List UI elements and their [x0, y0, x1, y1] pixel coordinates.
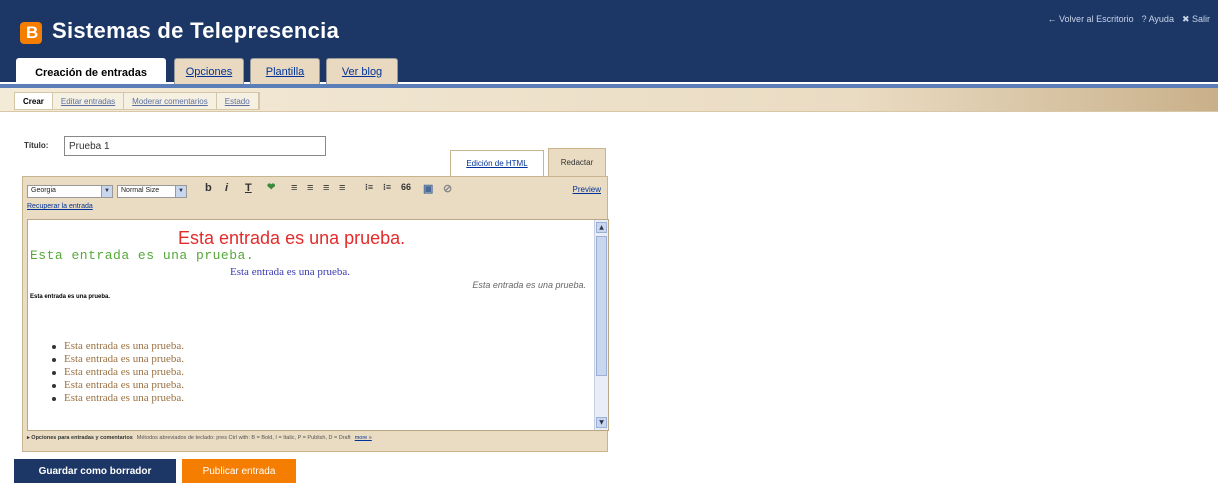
publish-post-button[interactable]: Publicar entrada [182, 459, 296, 483]
content-line-small-bold: Esta entrada es una prueba. [30, 294, 111, 300]
blogger-logo-icon[interactable]: B [20, 22, 42, 44]
tab-settings[interactable]: Opciones [174, 58, 244, 84]
editor-footer: ▸ Opciones para entradas y comentarios M… [27, 435, 607, 441]
list-item: Esta entrada es una prueba. [52, 392, 184, 405]
tab-template[interactable]: Plantilla [250, 58, 320, 84]
add-image-icon[interactable]: ▣ [423, 182, 433, 195]
subtab-create[interactable]: Crear [15, 93, 53, 109]
help-link[interactable]: ? Ayuda [1142, 14, 1174, 25]
content-line-mono-green: Esta entrada es una prueba. [30, 248, 255, 263]
more-shortcuts-link[interactable]: more » [355, 435, 372, 441]
bold-button[interactable]: b [205, 182, 212, 194]
list-item: Esta entrada es una prueba. [52, 353, 184, 366]
link-icon[interactable]: ❤ [267, 182, 275, 193]
post-title-input[interactable] [64, 136, 326, 156]
align-center-icon[interactable]: ≡ [307, 182, 313, 194]
list-item: Esta entrada es una prueba. [52, 379, 184, 392]
post-options-toggle[interactable]: ▸ Opciones para entradas y comentarios [27, 435, 133, 441]
blog-title: Sistemas de Telepresencia [52, 18, 340, 43]
numbered-list-icon[interactable]: ⁝≡ [365, 182, 373, 193]
title-label: Título: [24, 141, 49, 150]
back-to-dashboard-link[interactable]: ← Volver al Escritorio [1048, 14, 1134, 25]
content-bullet-list: Esta entrada es una prueba. Esta entrada… [52, 340, 184, 405]
tab-posting[interactable]: Creación de entradas [16, 58, 166, 86]
chevron-down-icon: ▼ [101, 186, 112, 197]
keyboard-shortcuts-text: Métodos abreviados de teclado: pres Ctrl… [136, 435, 351, 441]
tab-compose[interactable]: Redactar [548, 148, 606, 176]
chevron-down-icon: ▼ [175, 186, 186, 197]
list-item: Esta entrada es una prueba. [52, 366, 184, 379]
editor-scrollbar[interactable]: ▲ ▼ [594, 220, 608, 430]
font-size-select[interactable]: Normal Size ▼ [117, 185, 187, 198]
content-line-large-red: Esta entrada es una prueba. [178, 228, 406, 248]
logo-letter: B [26, 23, 39, 42]
scroll-up-icon[interactable]: ▲ [596, 222, 607, 233]
text-color-button[interactable]: T [245, 182, 252, 194]
post-editor: Georgia ▼ Normal Size ▼ b i T ❤ ≡ ≡ ≡ ≡ … [22, 176, 609, 452]
scroll-thumb[interactable] [596, 236, 607, 376]
save-draft-button[interactable]: Guardar como borrador [14, 459, 176, 483]
blockquote-icon[interactable]: 66 [401, 182, 411, 192]
font-family-select[interactable]: Georgia ▼ [27, 185, 113, 198]
justify-icon[interactable]: ≡ [339, 182, 345, 194]
preview-link[interactable]: Preview [573, 185, 601, 194]
list-item: Esta entrada es una prueba. [52, 340, 184, 353]
tab-view-blog[interactable]: Ver blog [326, 58, 398, 84]
align-right-icon[interactable]: ≡ [323, 182, 329, 194]
font-size-value: Normal Size [121, 187, 160, 194]
recover-post-link[interactable]: Recuperar la entrada [27, 203, 93, 210]
content-line-serif-blue: Esta entrada es una prueba. [230, 266, 351, 278]
subtab-moderate-comments[interactable]: Moderar comentarios [124, 93, 217, 109]
subtab-edit-posts[interactable]: Editar entradas [53, 93, 125, 109]
italic-button[interactable]: i [225, 182, 228, 194]
top-links: ← Volver al Escritorio ? Ayuda ✖ Salir [1048, 14, 1210, 25]
logout-link[interactable]: ✖ Salir [1182, 14, 1210, 25]
font-family-value: Georgia [31, 187, 56, 194]
bullet-list-icon[interactable]: ⁝≡ [383, 182, 391, 193]
remove-formatting-icon[interactable]: ⊘ [443, 182, 452, 195]
scroll-down-icon[interactable]: ▼ [596, 417, 607, 428]
content-line-italic-right: Esta entrada es una prueba. [472, 280, 586, 290]
align-left-icon[interactable]: ≡ [291, 182, 297, 194]
tab-html-editing[interactable]: Edición de HTML [450, 150, 544, 176]
sub-navigation: Crear Editar entradas Moderar comentario… [0, 88, 1218, 112]
subtab-status[interactable]: Estado [217, 93, 259, 109]
editor-content-area[interactable]: Esta entrada es una prueba. Esta entrada… [27, 219, 609, 431]
